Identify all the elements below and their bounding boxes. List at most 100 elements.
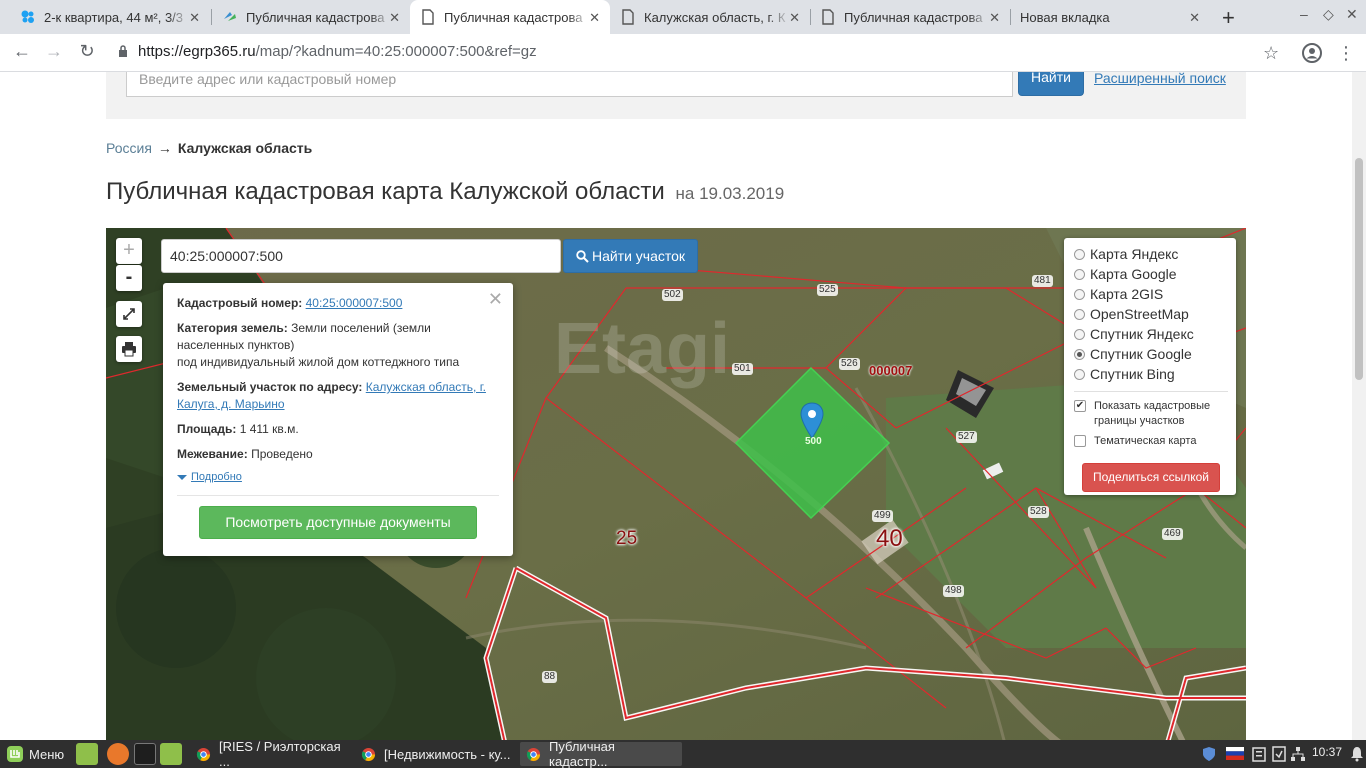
popup-close-icon[interactable]: ✕ [488, 289, 503, 310]
region-label: 40 [876, 525, 903, 552]
plot-label: 502 [662, 289, 683, 301]
address-bar[interactable]: https://egrp365.ru/map/?kadnum=40:25:000… [118, 43, 537, 60]
radio-button[interactable] [1074, 268, 1085, 280]
print-button[interactable] [116, 336, 142, 362]
browser-tab-avito[interactable]: 2-к квартира, 44 м², 3/3 ✕ [10, 0, 210, 34]
fullscreen-button[interactable] [116, 301, 142, 327]
radio-button-selected[interactable] [1074, 348, 1085, 360]
forward-button[interactable]: → [42, 41, 66, 62]
page-title-date: на 19.03.2019 [675, 184, 785, 203]
window-close-button[interactable]: ✕ [1346, 6, 1358, 23]
browser-menu-icon[interactable]: ⋮ [1337, 43, 1355, 64]
cadastral-number-input[interactable]: 40:25:000007:500 [161, 239, 561, 273]
tab-close-icon[interactable]: ✕ [189, 10, 200, 26]
browser-tab-cadastral-1[interactable]: Публичная кадастрова ✕ [212, 0, 410, 34]
caret-down-icon [177, 474, 187, 480]
shield-icon[interactable] [1201, 746, 1217, 762]
layer-option[interactable]: Карта Google [1074, 264, 1228, 284]
popup-cadnum-link[interactable]: 40:25:000007:500 [306, 296, 403, 310]
popup-area-row: Площадь: 1 411 кв.м. [177, 421, 499, 438]
tab-close-icon[interactable]: ✕ [1189, 10, 1200, 26]
plot-label: 528 [1028, 506, 1049, 518]
os-taskbar: Меню [RIES / Риэлторская ... [Недвижимос… [0, 739, 1366, 768]
clock[interactable]: 10:37 [1312, 745, 1342, 759]
find-plot-button[interactable]: Найти участок [563, 239, 698, 273]
popup-more-label[interactable]: Подробно [191, 471, 242, 483]
show-desktop-icon[interactable] [76, 743, 98, 765]
bookmark-star-icon[interactable]: ☆ [1263, 43, 1279, 64]
profile-icon[interactable] [1302, 43, 1322, 63]
chrome-icon [361, 747, 376, 761]
files-icon[interactable] [160, 743, 182, 765]
show-borders-checkbox[interactable]: ✔ [1074, 400, 1086, 412]
thematic-map-checkbox[interactable] [1074, 435, 1086, 447]
window-maximize-button[interactable]: ◇ [1323, 6, 1334, 23]
terminal-icon[interactable] [134, 743, 156, 765]
popup-more-link[interactable]: Подробно [177, 471, 499, 483]
thematic-map-option[interactable]: Тематическая карта [1074, 434, 1228, 449]
marker-label: 500 [805, 436, 822, 447]
radio-button[interactable] [1074, 288, 1085, 300]
reload-button[interactable]: ↻ [75, 41, 99, 62]
expand-icon [123, 308, 135, 320]
page-content: Введите адрес или кадастровый номер Найт… [0, 72, 1366, 740]
tab-close-icon[interactable]: ✕ [589, 10, 600, 26]
page-title: Публичная кадастровая карта Калужской об… [106, 178, 784, 206]
view-documents-button[interactable]: Посмотреть доступные документы [199, 506, 477, 539]
layer-option[interactable]: Спутник Яндекс [1074, 324, 1228, 344]
network-icon[interactable] [1290, 746, 1306, 762]
layer-option-label: Спутник Яндекс [1090, 326, 1194, 342]
notification-bell-icon[interactable] [1350, 746, 1364, 762]
layer-option[interactable]: Спутник Bing [1074, 364, 1228, 384]
page-scrollbar[interactable] [1352, 72, 1366, 740]
zoom-out-button[interactable]: - [116, 265, 142, 291]
address-search-input[interactable]: Введите адрес или кадастровый номер [126, 72, 1013, 97]
taskbar-window-realestate[interactable]: [Недвижимость - ку... [355, 742, 517, 766]
page-icon [622, 9, 634, 25]
plot-label: 469 [1162, 528, 1183, 540]
zoom-in-button[interactable]: + [116, 238, 142, 264]
tab-close-icon[interactable]: ✕ [989, 10, 1000, 26]
breadcrumb-arrow: → [157, 140, 172, 156]
start-menu-button[interactable]: Меню [6, 745, 64, 763]
lock-icon [119, 45, 127, 57]
layer-option[interactable]: Карта Яндекс [1074, 244, 1228, 264]
update-manager-icon[interactable] [1272, 746, 1286, 762]
radio-button[interactable] [1074, 308, 1085, 320]
layer-switcher: Карта Яндекс Карта Google Карта 2GIS Ope… [1064, 238, 1236, 495]
popup-category-use: под индивидуальный жилой дом коттеджного… [177, 355, 460, 369]
browser-tab-kaluga[interactable]: Калужская область, г. К ✕ [610, 0, 810, 34]
browser-tab-cadastral-active[interactable]: Публичная кадастрова ✕ [410, 0, 610, 34]
clipboard-icon[interactable] [1252, 746, 1266, 762]
firefox-icon[interactable] [107, 743, 129, 765]
window-minimize-button[interactable]: – [1300, 6, 1308, 22]
radio-button[interactable] [1074, 368, 1085, 380]
breadcrumb-russia[interactable]: Россия [106, 140, 152, 156]
russian-flag-icon[interactable] [1226, 747, 1244, 760]
layer-option-label: Карта Google [1090, 266, 1177, 282]
search-button[interactable]: Найти [1018, 72, 1084, 96]
advanced-search-link[interactable]: Расширенный поиск [1094, 72, 1226, 86]
layer-option[interactable]: Карта 2GIS [1074, 284, 1228, 304]
tab-close-icon[interactable]: ✕ [789, 10, 800, 26]
map-marker-icon[interactable] [800, 402, 824, 440]
layer-option-selected[interactable]: Спутник Google [1074, 344, 1228, 364]
breadcrumb-current: Калужская область [177, 140, 313, 156]
tab-title: Публичная кадастрова [444, 9, 583, 25]
radio-button[interactable] [1074, 248, 1085, 260]
plot-label: 525 [817, 284, 838, 296]
new-tab-button[interactable]: + [1222, 5, 1235, 31]
back-button[interactable]: ← [10, 41, 34, 62]
scrollbar-thumb[interactable] [1355, 158, 1363, 380]
tab-close-icon[interactable]: ✕ [389, 10, 400, 26]
taskbar-window-ries[interactable]: [RIES / Риэлторская ... [190, 739, 352, 768]
browser-tab-new[interactable]: Новая вкладка ✕ [1010, 0, 1210, 34]
cadastral-map[interactable]: Etagi 500 502 525 481 501 526 527 499 52… [106, 228, 1246, 740]
taskbar-window-cadastral[interactable]: Публичная кадастр... [520, 739, 682, 768]
layer-option[interactable]: OpenStreetMap [1074, 304, 1228, 324]
share-link-button[interactable]: Поделиться ссылкой [1082, 463, 1220, 492]
egrp-icon [224, 12, 236, 21]
show-borders-option[interactable]: ✔ Показать кадастровые границы участков [1074, 399, 1228, 429]
browser-tab-cadastral-2[interactable]: Публичная кадастрова ✕ [810, 0, 1010, 34]
radio-button[interactable] [1074, 328, 1085, 340]
